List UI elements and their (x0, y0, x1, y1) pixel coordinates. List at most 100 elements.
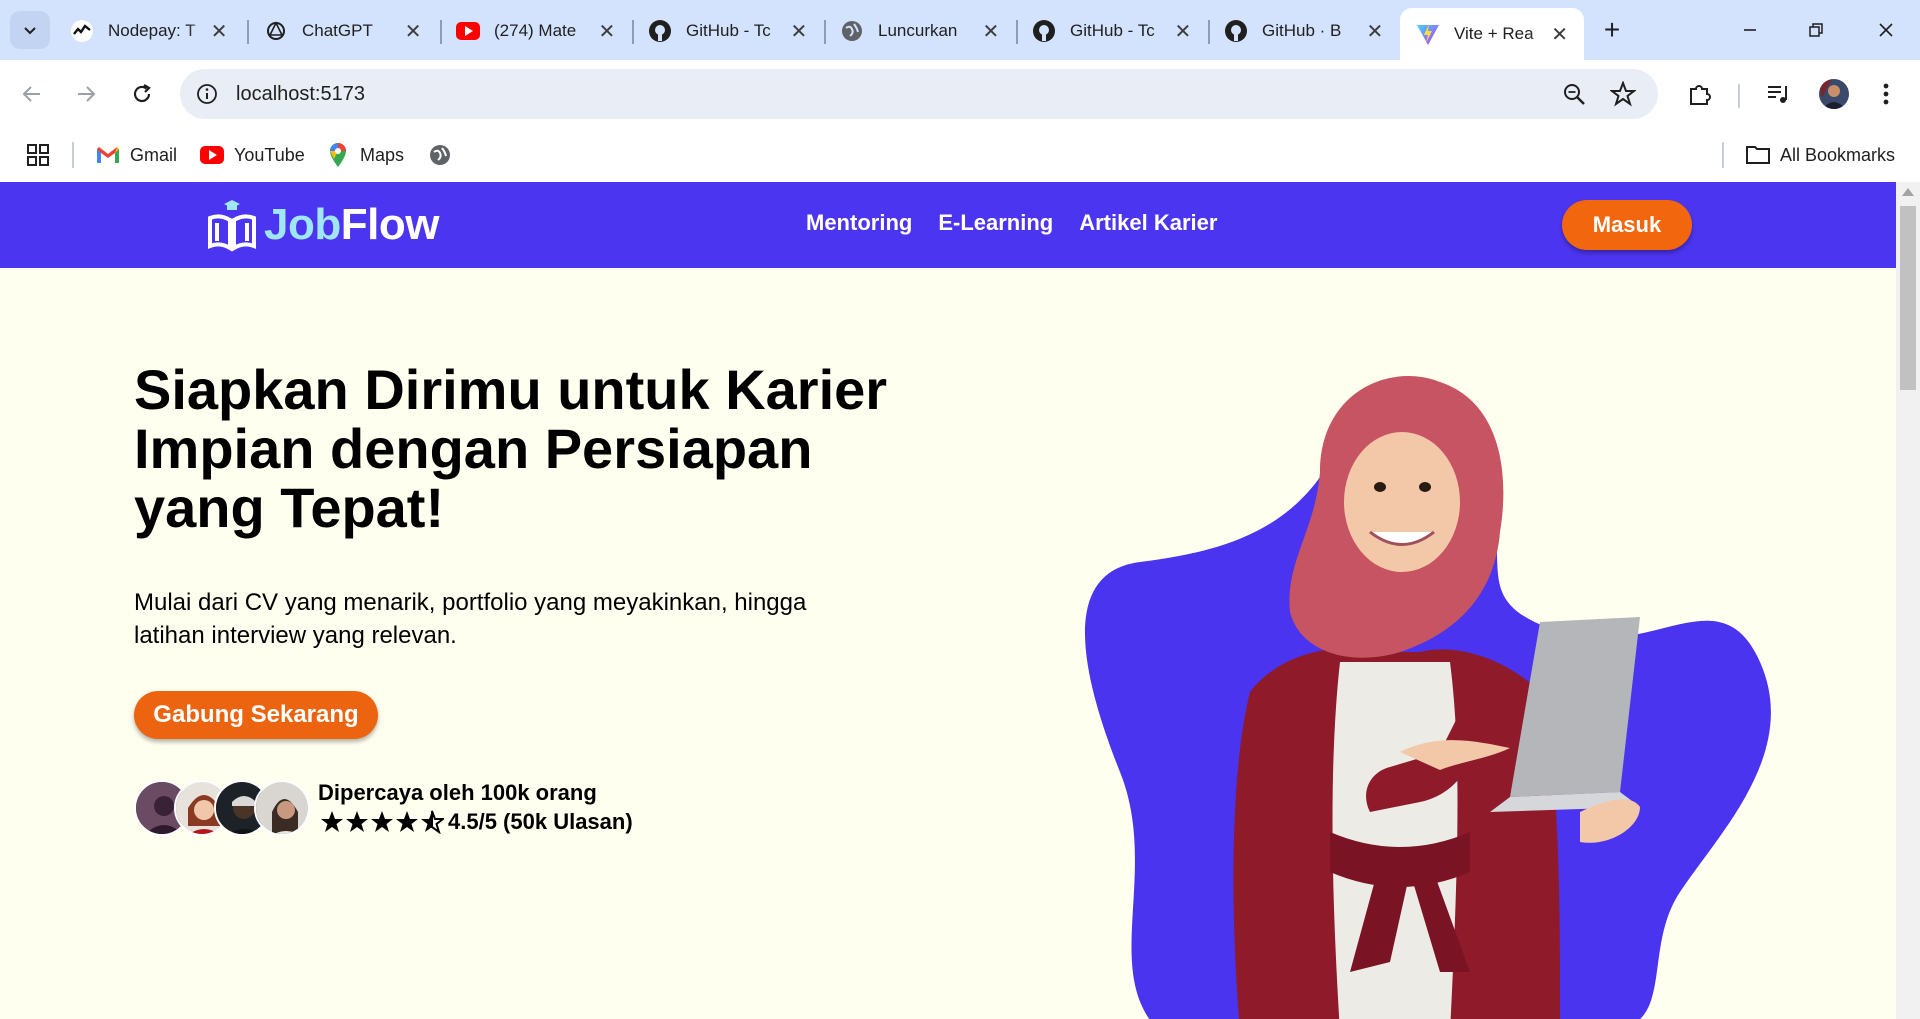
bookmark-globe[interactable] (428, 140, 462, 170)
tab-title: Luncurkan (878, 21, 958, 40)
close-tab-icon[interactable]: ✕ (596, 19, 618, 43)
site-navbar: JobFlow Mentoring E-Learning Artikel Kar… (0, 182, 1896, 268)
more-vert-icon (1883, 83, 1889, 105)
all-bookmarks-button[interactable]: All Bookmarks (1746, 140, 1895, 170)
github-icon (648, 19, 672, 43)
primary-nav: Mentoring E-Learning Artikel Karier (806, 210, 1217, 236)
scrollbar-thumb[interactable] (1900, 206, 1916, 390)
tab-title: Nodepay: T (108, 21, 196, 40)
address-bar[interactable]: localhost:5173 (180, 69, 1658, 119)
vite-icon (1416, 22, 1440, 46)
apps-grid-icon (27, 144, 49, 166)
profile-avatar[interactable] (1816, 76, 1852, 112)
site-info-icon[interactable] (194, 81, 220, 107)
tab-title: ChatGPT (302, 21, 373, 40)
bookmark-youtube[interactable]: YouTube (200, 140, 305, 170)
nav-link-e-learning[interactable]: E-Learning (938, 210, 1053, 236)
minimize-button[interactable] (1720, 8, 1780, 52)
restore-button[interactable] (1786, 8, 1846, 52)
tab-title: Vite + Rea (1454, 24, 1534, 43)
tab-title: GitHub - Tc (686, 21, 771, 40)
nodepay-icon (70, 19, 94, 43)
close-tab-icon[interactable]: ✕ (208, 19, 230, 43)
join-now-button[interactable]: Gabung Sekarang (134, 691, 378, 739)
tab-search-button[interactable] (10, 11, 50, 49)
close-tab-icon[interactable]: ✕ (402, 19, 424, 43)
rating-text: 4.5/5 (50k Ulasan) (448, 809, 633, 834)
all-bookmarks-label: All Bookmarks (1780, 144, 1896, 165)
bookmark-label: YouTube (234, 144, 305, 165)
reload-button[interactable] (124, 76, 160, 112)
brand-name-part2: Flow (340, 200, 440, 249)
nav-link-mentoring[interactable]: Mentoring (806, 210, 912, 236)
browser-tab[interactable]: Nodepay: T ✕ (54, 10, 244, 52)
open-book-graduation-icon (208, 200, 256, 252)
bookmark-gmail[interactable]: Gmail (96, 140, 177, 170)
chevron-down-icon (24, 27, 36, 35)
zoom-icon[interactable] (1562, 82, 1588, 108)
scroll-up-arrow-icon[interactable] (1902, 188, 1914, 196)
star-half-icon (421, 810, 444, 834)
star-icon (396, 811, 418, 832)
reload-icon (133, 84, 151, 103)
back-button[interactable] (14, 76, 50, 112)
close-tab-icon[interactable]: ✕ (1364, 19, 1386, 43)
browser-tab[interactable]: Luncurkan ✕ (824, 10, 1016, 52)
browser-menu-button[interactable] (1870, 78, 1902, 110)
nav-link-artikel-karier[interactable]: Artikel Karier (1079, 210, 1217, 236)
jobflow-logo[interactable]: JobFlow (206, 198, 439, 252)
url-text[interactable]: localhost:5173 (236, 83, 365, 106)
browser-tab[interactable]: GitHub - Tc ✕ (632, 10, 824, 52)
github-icon (1224, 19, 1248, 43)
star-icon (321, 811, 343, 832)
close-tab-icon[interactable]: ✕ (1549, 22, 1570, 46)
hero-title: Siapkan Dirimu untuk Karier Impian denga… (134, 358, 888, 539)
youtube-icon (200, 143, 224, 167)
forward-button[interactable] (68, 76, 104, 112)
puzzle-icon (1690, 85, 1711, 105)
folder-icon (1746, 143, 1770, 167)
bookmark-label: Maps (360, 144, 405, 165)
minimize-icon (1744, 29, 1756, 31)
globe-icon (428, 143, 452, 167)
close-tab-icon[interactable]: ✕ (980, 19, 1002, 43)
close-icon (1879, 23, 1893, 37)
user-avatar-group (134, 780, 310, 838)
close-tab-icon[interactable]: ✕ (788, 19, 810, 43)
chatgpt-icon (264, 19, 288, 43)
browser-tab-active[interactable]: Vite + Rea ✕ (1400, 8, 1584, 60)
extensions-button[interactable] (1684, 78, 1716, 110)
person-face (1344, 432, 1460, 572)
tab-title: GitHub - Tc (1070, 21, 1155, 40)
new-tab-button[interactable]: + (1596, 14, 1628, 46)
bookmark-separator (72, 142, 74, 168)
close-tab-icon[interactable]: ✕ (1172, 19, 1194, 43)
bookmark-star-icon[interactable] (1609, 80, 1637, 107)
star-icon (371, 811, 393, 832)
bookmarks-bar: Gmail YouTube Maps All Bookmarks (0, 128, 1920, 182)
browser-tab[interactable]: (274) Mate ✕ (440, 10, 632, 52)
restore-icon (1809, 23, 1823, 37)
rating: 4.5/5 (50k Ulasan) (320, 809, 633, 835)
page-scrollbar[interactable] (1896, 182, 1920, 1019)
browser-tab[interactable]: GitHub - Tc ✕ (1016, 10, 1208, 52)
hero-illustration (1085, 376, 1771, 1019)
forward-arrow-icon (78, 86, 96, 102)
youtube-icon (456, 19, 480, 43)
bookmark-separator (1722, 142, 1724, 168)
gmail-icon (96, 143, 120, 167)
login-button[interactable]: Masuk (1562, 200, 1692, 250)
close-window-button[interactable] (1856, 8, 1916, 52)
github-icon (1032, 19, 1056, 43)
browser-tab[interactable]: GitHub · B ✕ (1208, 10, 1400, 52)
trust-text: Dipercaya oleh 100k orang (318, 780, 597, 805)
rating-stars (320, 810, 444, 834)
bookmark-maps[interactable]: Maps (326, 140, 404, 170)
media-control-button[interactable] (1762, 78, 1794, 110)
page-viewport: JobFlow Mentoring E-Learning Artikel Kar… (0, 182, 1896, 1019)
browser-tab[interactable]: ChatGPT ✕ (248, 10, 438, 52)
hero-subtitle: Mulai dari CV yang menarik, portfolio ya… (134, 589, 807, 649)
apps-button[interactable] (26, 140, 50, 170)
star-icon (346, 811, 368, 832)
brand-name-part1: Job (264, 200, 341, 249)
